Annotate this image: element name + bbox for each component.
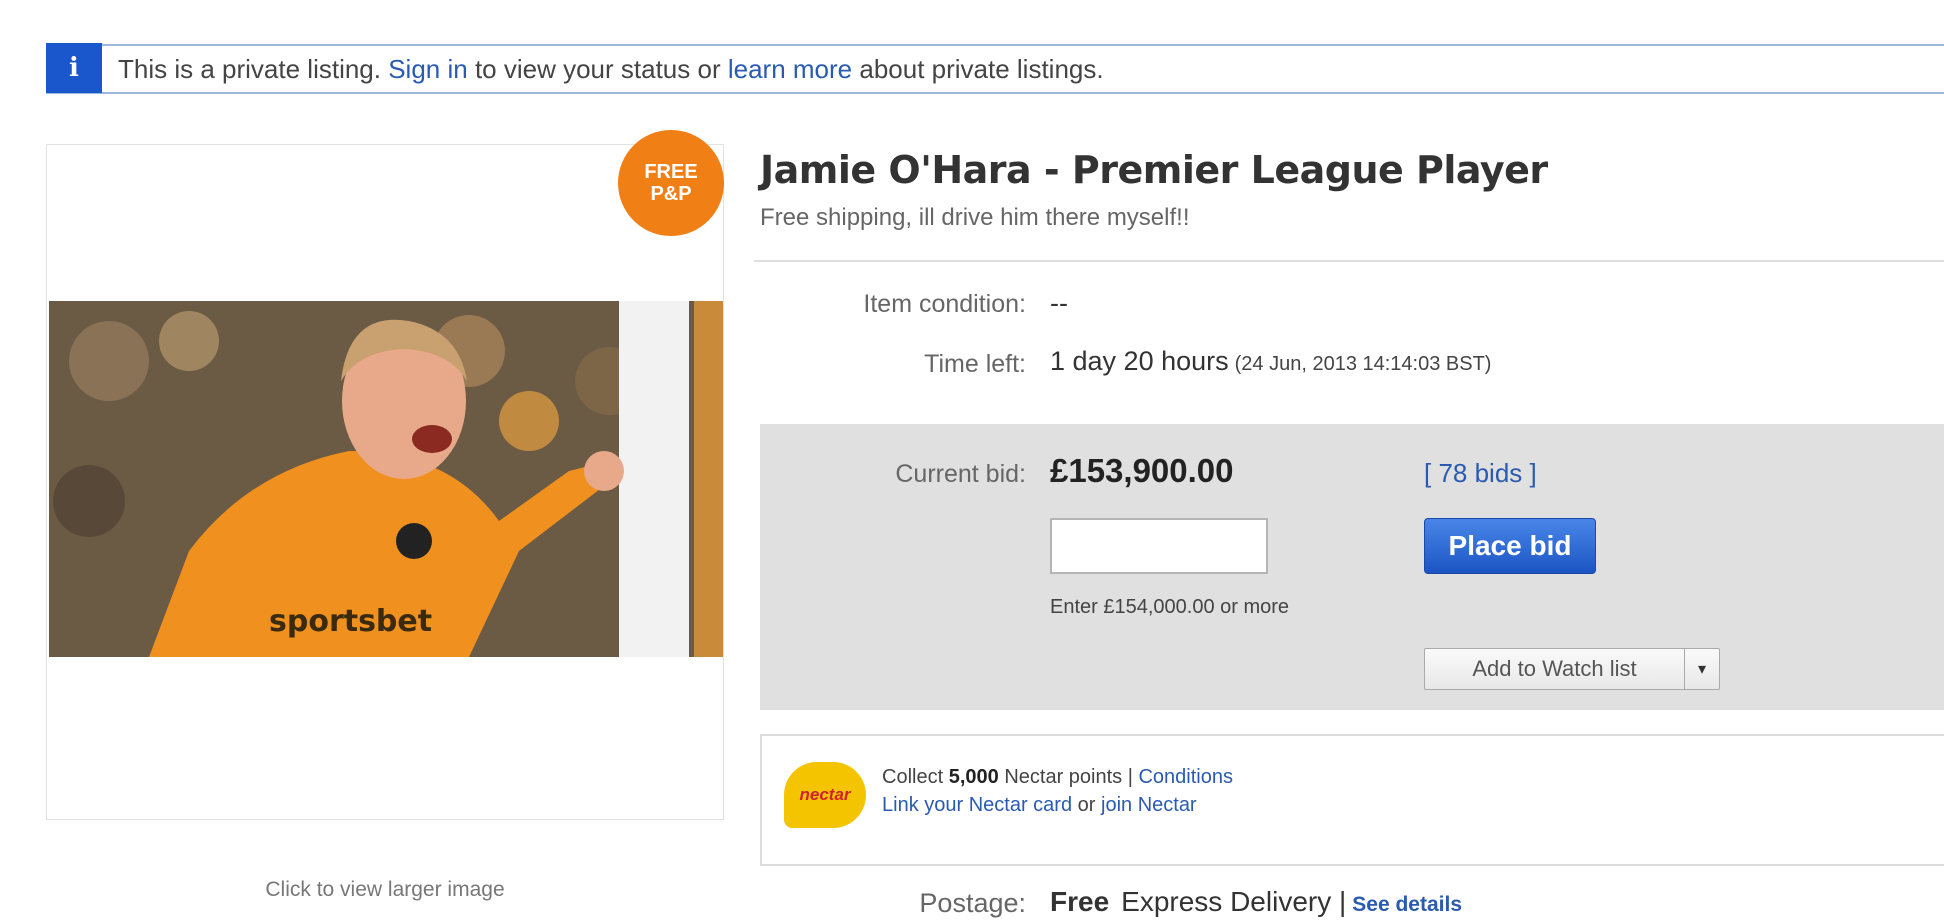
- nectar-link-line: Link your Nectar card or join Nectar: [882, 794, 1197, 817]
- badge-line-1: FREE: [644, 161, 698, 183]
- or-text: or: [1077, 794, 1096, 816]
- postage-value: Free Express Delivery | See details: [1050, 886, 1462, 918]
- nectar-collect-line: Collect 5,000 Nectar points | Conditions: [882, 766, 1233, 789]
- learn-more-link[interactable]: learn more: [728, 54, 852, 84]
- current-bid-value: £153,900.00: [1050, 452, 1234, 489]
- condition-value: --: [1050, 288, 1068, 318]
- end-time: (24 Jun, 2013 14:14:03 BST): [1234, 353, 1492, 375]
- link-nectar-card-link[interactable]: Link your Nectar card: [882, 794, 1072, 816]
- see-details-link[interactable]: See details: [1352, 893, 1462, 916]
- postage-free: Free: [1050, 886, 1110, 917]
- condition-label: Item condition:: [863, 290, 1026, 318]
- time-left-label: Time left:: [924, 350, 1026, 378]
- item-photo[interactable]: sportsbet: [49, 301, 723, 657]
- view-larger-image-link[interactable]: Click to view larger image: [46, 878, 724, 902]
- nectar-points-amount: 5,000: [948, 766, 999, 788]
- bid-history-link[interactable]: [ 78 bids ]: [1424, 458, 1537, 489]
- join-nectar-link[interactable]: join Nectar: [1101, 794, 1197, 816]
- svg-text:sportsbet: sportsbet: [269, 604, 432, 639]
- collect-text: Collect: [882, 766, 944, 788]
- private-listing-notice: i This is a private listing. Sign in to …: [46, 43, 1944, 94]
- sign-in-link[interactable]: Sign in: [388, 54, 468, 84]
- free-pp-badge: FREE P&P: [618, 130, 724, 236]
- info-icon: i: [46, 43, 102, 93]
- bid-hint: Enter £154,000.00 or more: [1050, 596, 1290, 618]
- nectar-points-text: Nectar points |: [1004, 766, 1133, 788]
- time-left-value: 1 day 20 hours (24 Jun, 2013 14:14:03 BST…: [1050, 346, 1491, 377]
- bid-amount-input[interactable]: [1050, 518, 1268, 574]
- watch-list-label[interactable]: Add to Watch list: [1425, 649, 1685, 689]
- notice-text: This is a private listing. Sign in to vi…: [118, 54, 1104, 85]
- time-left-duration: 1 day 20 hours: [1050, 346, 1229, 376]
- place-bid-button[interactable]: Place bid: [1424, 518, 1596, 574]
- notice-text-after: about private listings.: [859, 53, 1104, 84]
- player-photo-illustration: sportsbet: [49, 301, 723, 657]
- conditions-link[interactable]: Conditions: [1138, 766, 1233, 788]
- notice-text-before: This is a private listing.: [118, 53, 381, 84]
- item-image-panel: sportsbet: [46, 144, 724, 820]
- listing-title: Jamie O'Hara - Premier League Player: [760, 148, 1548, 192]
- divider: [754, 260, 1944, 262]
- postage-method: Express Delivery |: [1121, 886, 1347, 917]
- current-bid-label: Current bid:: [895, 460, 1026, 488]
- listing-subtitle: Free shipping, ill drive him there mysel…: [760, 204, 1190, 231]
- nectar-logo: nectar: [784, 762, 866, 828]
- postage-label: Postage:: [919, 888, 1026, 918]
- nectar-points-panel: nectar Collect 5,000 Nectar points | Con…: [760, 734, 1944, 866]
- notice-text-middle: to view your status or: [474, 53, 721, 84]
- add-to-watch-list-button[interactable]: Add to Watch list ▾: [1424, 648, 1720, 690]
- badge-line-2: P&P: [650, 183, 692, 205]
- chevron-down-icon[interactable]: ▾: [1685, 649, 1719, 689]
